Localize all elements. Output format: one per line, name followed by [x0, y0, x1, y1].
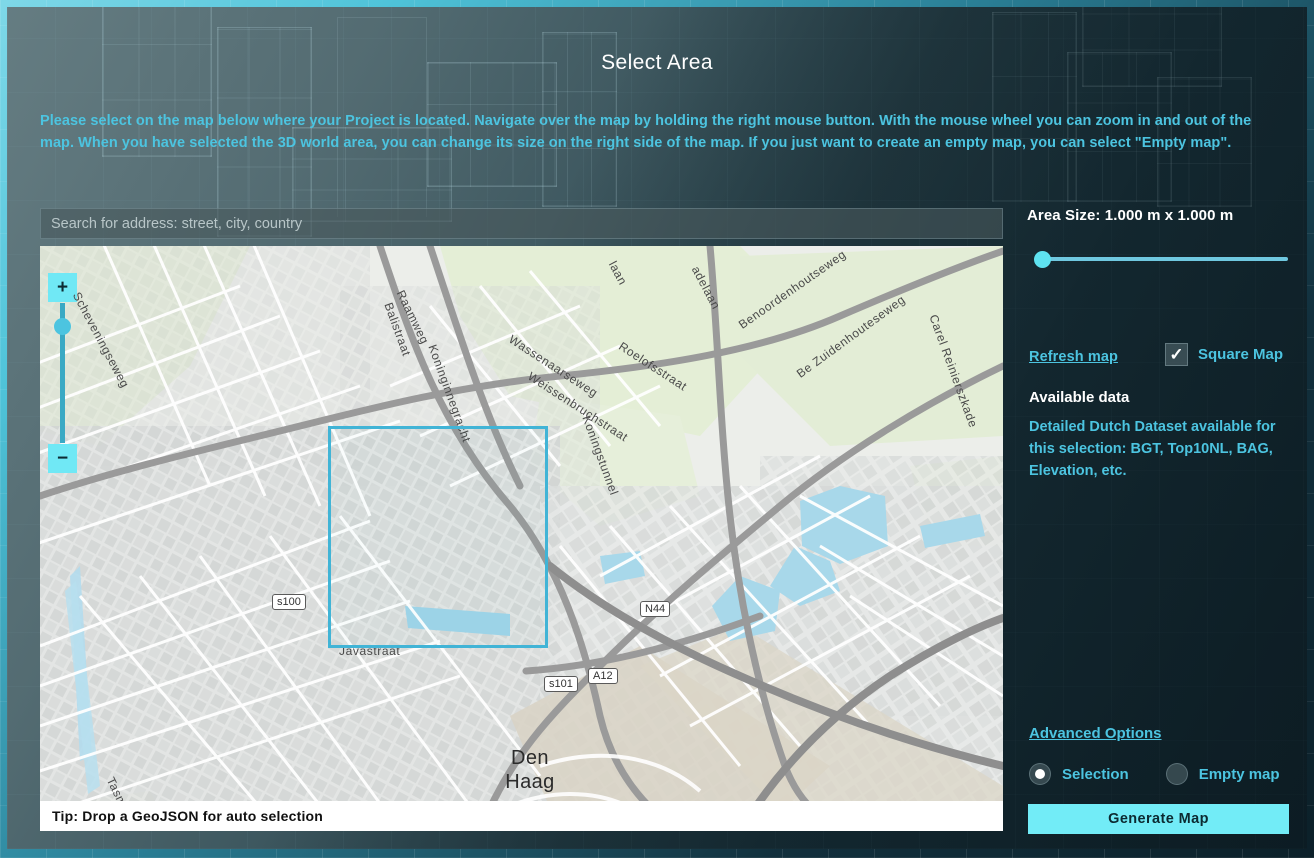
zoom-slider-handle[interactable]: [54, 318, 71, 335]
generate-map-button[interactable]: Generate Map: [1028, 804, 1289, 834]
area-size-slider-handle[interactable]: [1034, 251, 1051, 268]
search-input[interactable]: [40, 208, 1003, 239]
square-map-checkbox-row[interactable]: ✓ Square Map: [1165, 343, 1283, 366]
refresh-map-link[interactable]: Refresh map: [1029, 349, 1118, 365]
area-size-slider-track[interactable]: [1043, 257, 1288, 261]
map-zoom-control[interactable]: + −: [45, 273, 80, 473]
advanced-options-link[interactable]: Advanced Options: [1029, 725, 1162, 742]
map-mode-radio-group: Selection Empty map: [1029, 763, 1280, 785]
square-map-label: Square Map: [1198, 346, 1284, 363]
radio-empty-map-dot[interactable]: [1165, 763, 1188, 785]
application-window: Select Area Please select on the map bel…: [0, 0, 1314, 858]
instructions-text: Please select on the map below where you…: [40, 113, 1252, 151]
map-viewport[interactable]: + − Scheveningseweg s100 Raamweg Balistraat…: [40, 246, 1003, 831]
radio-selection-dot[interactable]: [1029, 763, 1051, 785]
area-size-slider[interactable]: [1027, 248, 1288, 270]
blueprint-building-9: [1082, 7, 1222, 87]
available-data-title: Available data: [1029, 389, 1130, 406]
area-size-label: Area Size: 1.000 m x 1.000 m: [1027, 207, 1234, 224]
zoom-in-button[interactable]: +: [48, 273, 77, 302]
radio-option-selection[interactable]: Selection: [1029, 763, 1129, 785]
zoom-out-button[interactable]: −: [48, 444, 77, 473]
blueprint-building-6: [992, 12, 1077, 202]
map-tip-bar: Tip: Drop a GeoJSON for auto selection: [40, 801, 1003, 831]
side-panel: Area Size: 1.000 m x 1.000 m Refresh map…: [1027, 207, 1289, 834]
available-data-text: Detailed Dutch Dataset available for thi…: [1029, 419, 1276, 479]
select-area-dialog: Select Area Please select on the map bel…: [7, 7, 1307, 849]
square-map-checkbox[interactable]: ✓: [1165, 343, 1188, 366]
map-selection-rectangle[interactable]: [328, 426, 548, 648]
radio-option-empty-map[interactable]: Empty map: [1165, 763, 1280, 785]
radio-empty-map-label: Empty map: [1198, 765, 1280, 783]
radio-selection-label: Selection: [1062, 765, 1129, 783]
page-title: Select Area: [601, 51, 713, 74]
